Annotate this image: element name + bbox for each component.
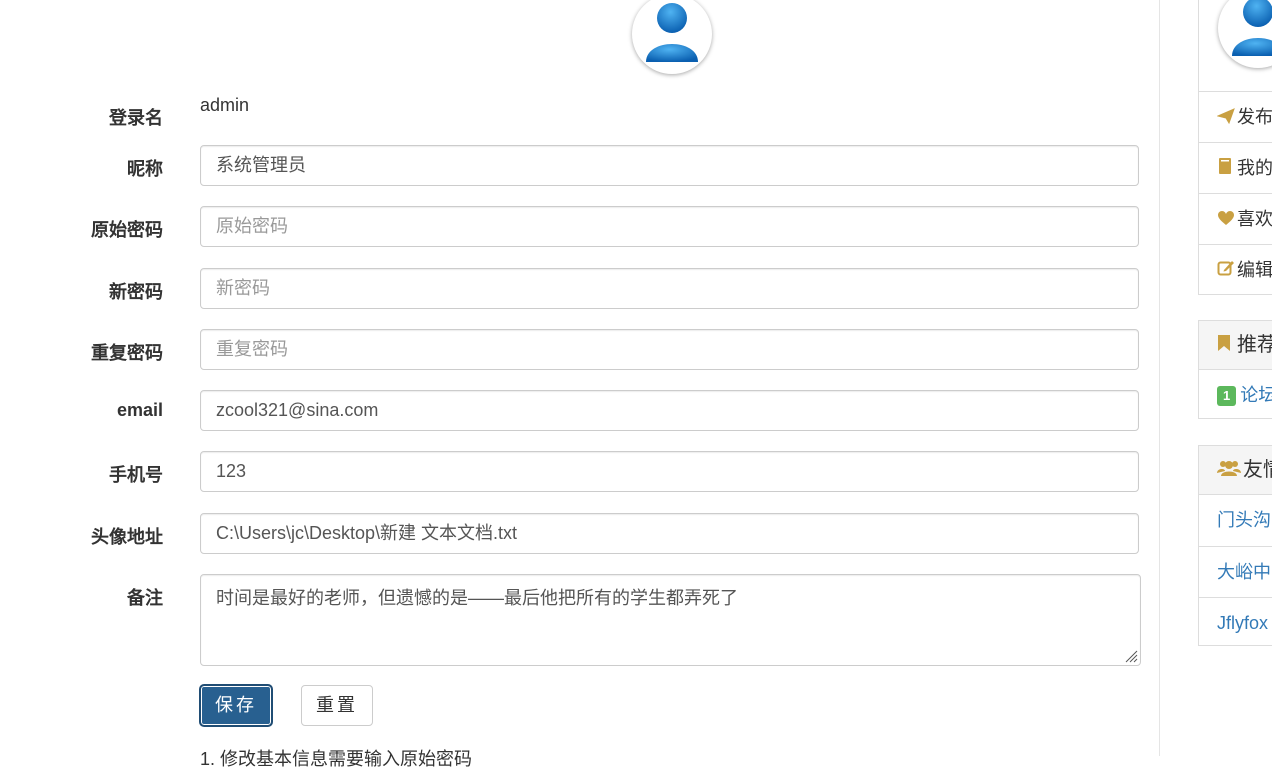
rank-badge: 1 [1217,386,1237,407]
sidebar-item-label: 发布 [1237,107,1272,127]
recommend-panel-title: 推荐 [1237,334,1272,356]
new-password-label: 新密码 [109,282,163,302]
form-note: 1. 修改基本信息需要输入原始密码 [200,749,473,769]
book-icon [1217,144,1237,194]
recommend-panel-header: 推荐 [1199,321,1272,370]
reset-button[interactable]: 重置 [301,685,373,726]
edit-icon [1217,246,1237,296]
repeat-password-label: 重复密码 [91,343,163,363]
new-password-input[interactable]: 新密码 [200,268,1139,309]
recommend-link[interactable]: 论坛 [1240,385,1272,405]
user-silhouette-icon [646,3,698,62]
users-icon [1217,447,1243,495]
sidebar-item-mine[interactable]: 我的 [1199,142,1272,193]
bookmark-icon [1217,322,1237,370]
email-field[interactable]: zcool321@sina.com [200,390,1139,431]
login-name-label: 登录名 [109,108,163,128]
email-label: email [116,400,163,420]
friend-link-item[interactable]: 大峪中 [1199,546,1272,597]
friends-panel-title: 友情 [1243,459,1272,481]
sidebar-item-label: 编辑 [1237,260,1272,280]
repeat-password-input[interactable]: 重复密码 [200,329,1139,370]
user-silhouette-icon [1232,0,1272,56]
friend-link-item[interactable]: 门头沟 [1199,495,1272,546]
sidebar-item-like[interactable]: 喜欢 [1199,193,1272,244]
heart-icon [1217,195,1237,245]
sidebar-item-label: 喜欢 [1237,209,1272,229]
save-button[interactable]: 保存 [200,685,272,726]
avatar-url-input[interactable]: C:\Users\jc\Desktop\新建 文本文档.txt [200,513,1139,554]
remark-text: 时间是最好的老师，但遗憾的是——最后他把所有的学生都弄死了 [216,588,738,608]
old-password-label: 原始密码 [91,220,163,240]
avatar-url-label: 头像地址 [91,527,163,547]
sidebar-item-publish[interactable]: 发布 [1199,91,1272,142]
resize-grip-icon[interactable] [1124,649,1138,663]
sidebar-avatar [1218,0,1272,68]
friend-link-item[interactable]: Jflyfox [1199,597,1272,648]
nickname-label: 昵称 [127,159,163,179]
login-name-value: admin [200,95,250,115]
remark-label: 备注 [127,588,163,608]
nickname-input[interactable]: 系统管理员 [200,145,1139,186]
phone-input[interactable]: 123 [200,451,1139,492]
sidebar-item-edit[interactable]: 编辑 [1199,244,1272,295]
user-avatar [632,0,712,74]
recommend-item[interactable]: 1 论坛 [1199,370,1272,421]
paper-plane-icon [1216,93,1237,143]
remark-textarea[interactable]: 时间是最好的老师，但遗憾的是——最后他把所有的学生都弄死了 [200,574,1141,666]
old-password-input[interactable]: 原始密码 [200,206,1139,247]
friends-panel: 友情 门头沟 大峪中 Jflyfox [1198,445,1272,646]
phone-label: 手机号 [109,465,163,485]
sidebar-item-label: 我的 [1237,158,1272,178]
column-divider [1159,0,1160,756]
recommend-panel: 推荐 1 论坛 [1198,320,1272,419]
friends-panel-header: 友情 [1199,446,1272,495]
